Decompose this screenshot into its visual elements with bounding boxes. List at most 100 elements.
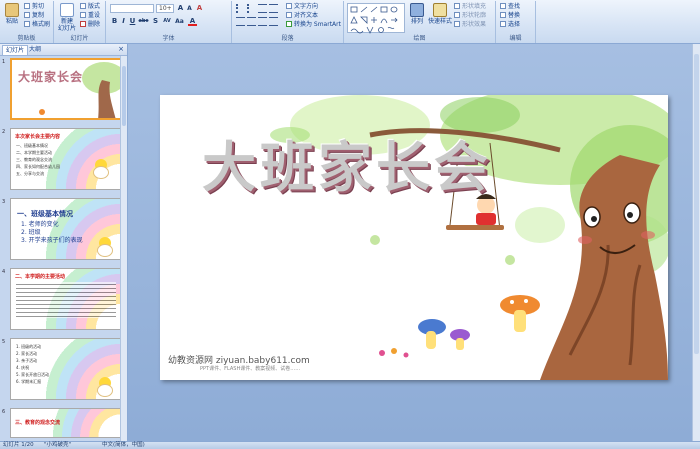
layout-icon	[80, 3, 86, 9]
bullets-icon[interactable]	[236, 4, 245, 13]
slide-thumbnail[interactable]: 二、本学期的主要活动	[10, 268, 122, 330]
smartart-icon	[286, 21, 292, 27]
thumbnail-number: 5	[2, 339, 6, 345]
tab-slides[interactable]: 幻灯片	[2, 45, 29, 55]
thumbnail-line: 二、本学期主要活动	[16, 150, 52, 155]
align-text-icon	[286, 12, 292, 18]
close-pane-icon[interactable]: ×	[118, 45, 124, 53]
shape-outline-button[interactable]: 形状轮廓	[454, 12, 486, 20]
cursor-icon	[500, 21, 506, 27]
slide-thumbnail-selected[interactable]: 大班家长会	[10, 58, 122, 120]
effects-icon	[454, 21, 460, 27]
paste-icon	[5, 3, 19, 17]
thumbnail-line: 5. 家长开放日活动	[16, 372, 50, 377]
thumbnail-row[interactable]: 3 一、班级基本情况 1. 老师的变化 2. 班级 3. 开学来孩子们的表现	[0, 198, 126, 264]
main-scrollbar[interactable]	[692, 44, 700, 441]
status-bar: 幻灯片 1/20 "小鸡破壳" 中文(简体，中国)	[0, 441, 700, 449]
thumbnail-title: 二、本学期的主要活动	[15, 274, 66, 280]
thumbnail-number: 1	[2, 59, 6, 65]
quick-styles-icon	[433, 3, 447, 17]
thumbnail-number: 2	[2, 129, 6, 135]
thumbnail-row[interactable]: 5 1. 班级的活动 2. 家长活动 3. 亲子活动 4. 庆祝 5. 家长开放…	[0, 338, 126, 404]
align-center-icon[interactable]	[247, 17, 256, 26]
slide-count: 幻灯片 1/20	[3, 442, 34, 448]
grow-font-button[interactable]: A	[176, 4, 185, 13]
chick-egg-icon	[91, 157, 111, 179]
shrink-font-button[interactable]: A	[185, 4, 194, 13]
outline-icon	[454, 12, 460, 18]
editing-group-label: 编辑	[509, 35, 522, 42]
font-size-combo[interactable]: 10+	[156, 4, 174, 13]
language-indicator[interactable]: 中文(简体，中国)	[102, 442, 145, 449]
increase-indent-icon[interactable]	[269, 4, 278, 13]
text-direction-icon	[286, 3, 292, 9]
quick-styles-button[interactable]: 快速样式	[428, 3, 452, 25]
font-name-combo[interactable]	[110, 4, 154, 13]
char-spacing-button[interactable]: AV	[161, 17, 173, 26]
slide-title[interactable]: 大班家长会	[202, 123, 492, 202]
thumbnail-line: 三、教育的观念交流	[16, 157, 52, 162]
align-text-button[interactable]: 对齐文本	[286, 12, 318, 20]
chick-egg-icon	[95, 235, 115, 257]
shapes-gallery-icons	[350, 6, 398, 34]
change-case-button[interactable]: Aa	[174, 17, 185, 26]
font-color-button[interactable]: A	[188, 17, 197, 26]
slides-group-label: 幻灯片	[70, 35, 89, 42]
find-button[interactable]: 查找	[500, 3, 520, 11]
current-slide[interactable]: 大班家长会 幼教资源网 ziyuan.baby611.com PPT课件、FLA…	[160, 95, 668, 380]
paste-button[interactable]: 粘贴	[2, 3, 22, 25]
shape-effects-button[interactable]: 形状效果	[454, 21, 486, 29]
layout-button[interactable]: 版式	[80, 3, 100, 11]
copy-button[interactable]: 复制	[24, 12, 44, 20]
thumbnail-row[interactable]: 4 二、本学期的主要活动	[0, 268, 126, 334]
thumbnail-title: 一、班级基本情况	[17, 210, 73, 218]
slide-edit-area: 大班家长会 幼教资源网 ziyuan.baby611.com PPT课件、FLA…	[128, 44, 700, 441]
paragraph-group-label: 段落	[281, 35, 294, 42]
new-slide-button[interactable]: 新建 幻灯片	[56, 3, 78, 32]
underline-button[interactable]: U	[128, 17, 137, 26]
new-slide-icon	[60, 3, 74, 17]
copy-icon	[24, 12, 30, 18]
scrollbar-thumb[interactable]	[122, 66, 126, 126]
justify-icon[interactable]	[269, 17, 278, 26]
binoculars-icon	[500, 3, 506, 9]
theme-name: "小鸡破壳"	[44, 442, 72, 448]
thumbnail-row[interactable]: 1 大班家长会	[0, 58, 126, 124]
select-button[interactable]: 选择	[500, 21, 520, 29]
align-left-icon[interactable]	[236, 17, 245, 26]
italic-button[interactable]: I	[119, 17, 128, 26]
delete-icon	[80, 21, 86, 27]
shapes-gallery[interactable]	[347, 3, 405, 34]
tab-outline[interactable]: 大纲	[26, 45, 44, 55]
font-group: 10+ A A A B I U abc S AV Aa A 字体	[106, 1, 232, 43]
shape-fill-button[interactable]: 形状填充	[454, 3, 486, 11]
cut-button[interactable]: 剪切	[24, 3, 44, 11]
text-shadow-button[interactable]: S	[151, 17, 160, 26]
slide-thumbnail[interactable]: 本次家长会主要内容 一、班级基本情况 二、本学期主要活动 三、教育的观念交流 四…	[10, 128, 122, 190]
slide-footer-subtext: PPT课件、FLASH课件、教案视频、试卷……	[200, 366, 301, 372]
decrease-indent-icon[interactable]	[258, 4, 267, 13]
slide-thumbnail[interactable]: 1. 班级的活动 2. 家长活动 3. 亲子活动 4. 庆祝 5. 家长开放日活…	[10, 338, 122, 400]
bold-button[interactable]: B	[110, 17, 119, 26]
delete-slide-button[interactable]: 删除	[80, 21, 100, 29]
numbering-icon[interactable]	[247, 4, 256, 13]
reset-button[interactable]: 重设	[80, 12, 100, 20]
reset-icon	[80, 12, 86, 18]
replace-button[interactable]: 替换	[500, 12, 520, 20]
thumbnail-row[interactable]: 2 本次家长会主要内容 一、班级基本情况 二、本学期主要活动 三、教育的观念交流…	[0, 128, 126, 194]
thumbnail-number: 4	[2, 269, 6, 275]
slides-pane-scrollbar[interactable]	[120, 56, 127, 441]
text-direction-button[interactable]: 文字方向	[286, 3, 318, 11]
align-right-icon[interactable]	[258, 17, 267, 26]
smartart-button[interactable]: 转换为 SmartArt	[286, 21, 341, 29]
thumbnail-line: 四、家长如何配合幼儿园	[16, 164, 60, 169]
clipboard-group-label: 剪贴板	[17, 35, 36, 42]
format-painter-button[interactable]: 格式刷	[24, 21, 50, 29]
slide-thumbnail[interactable]: 三、教育的观念交流	[10, 408, 122, 438]
strikethrough-button[interactable]: abc	[137, 17, 150, 26]
clear-format-button[interactable]: A	[195, 4, 204, 13]
main-scrollbar-thumb[interactable]	[694, 54, 699, 354]
slide-thumbnail[interactable]: 一、班级基本情况 1. 老师的变化 2. 班级 3. 开学来孩子们的表现	[10, 198, 122, 260]
thumbnail-row[interactable]: 6 三、教育的观念交流	[0, 408, 126, 438]
arrange-button[interactable]: 排列	[408, 3, 426, 25]
